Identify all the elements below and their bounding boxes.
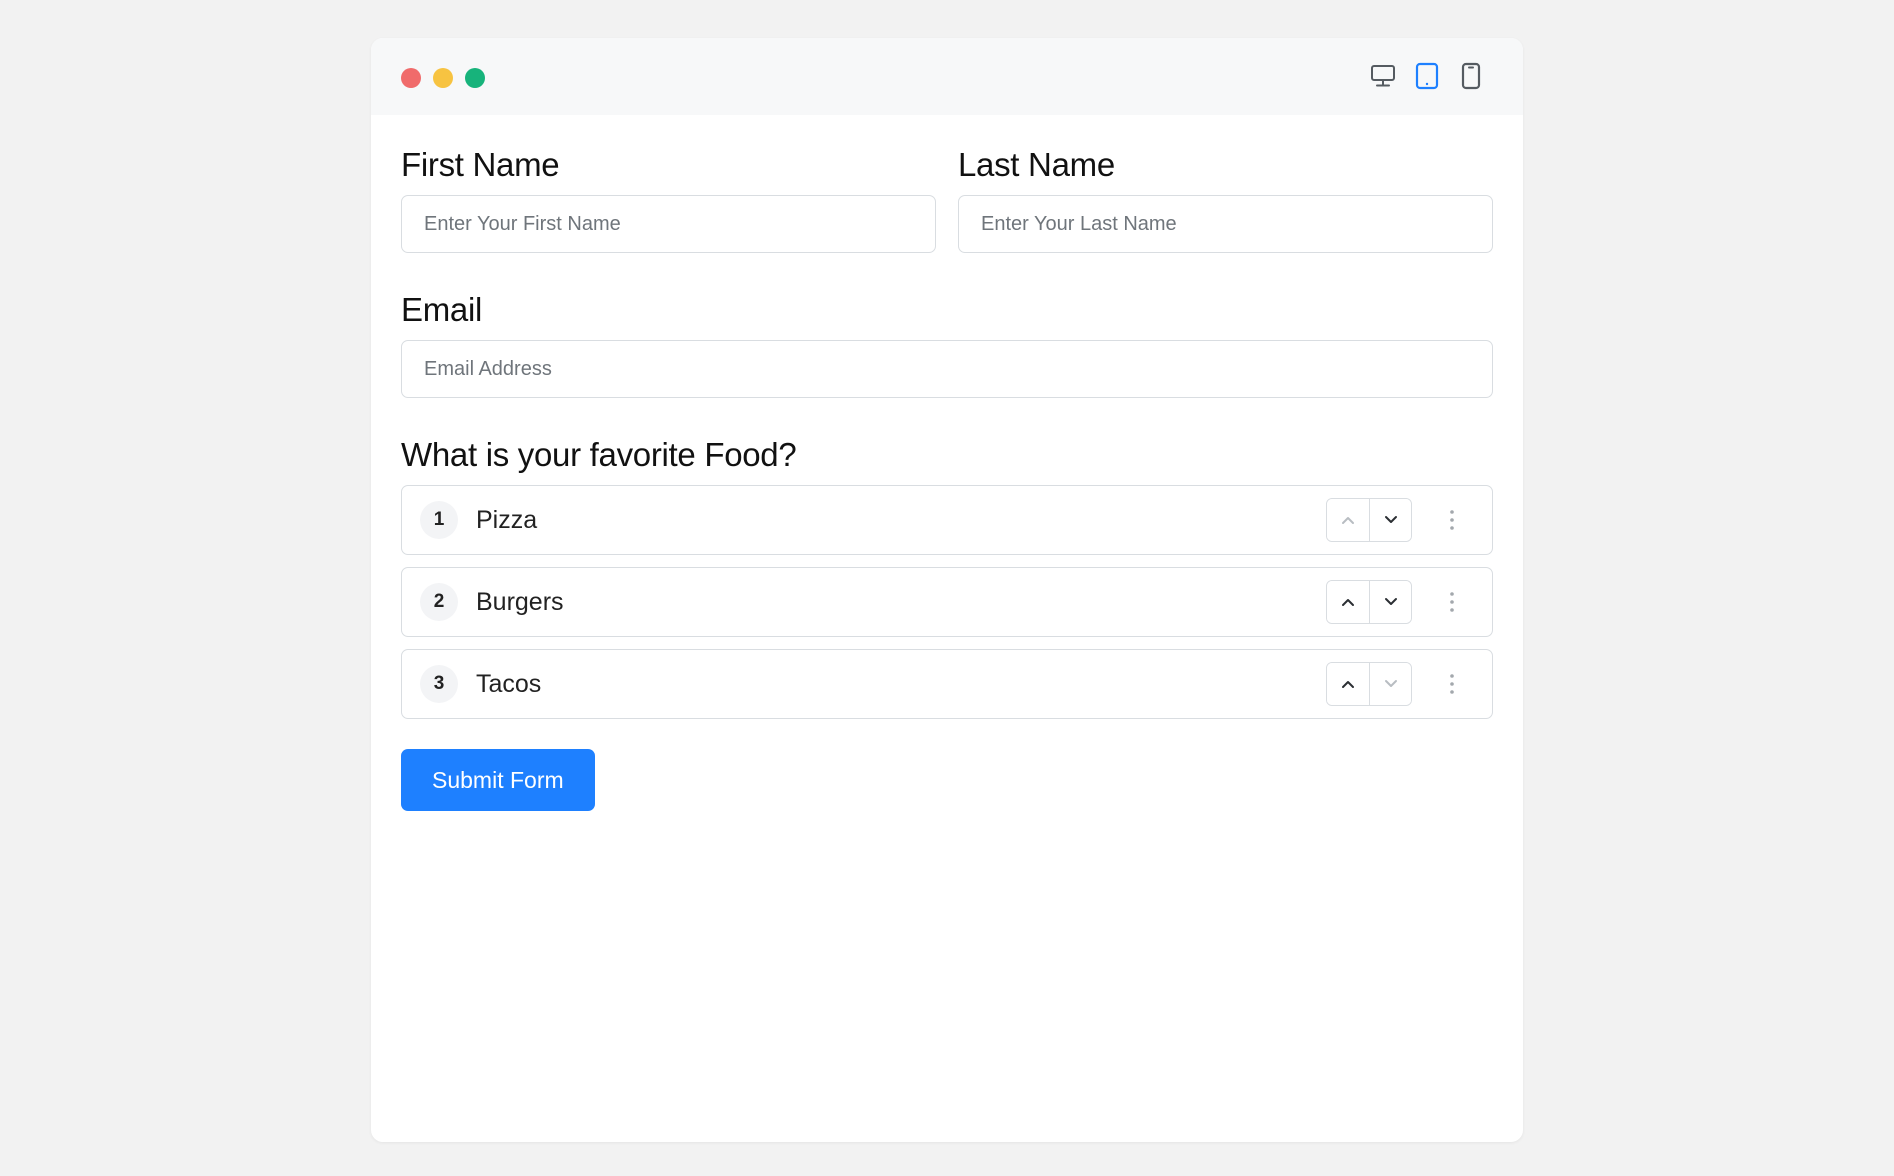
window-titlebar <box>371 38 1523 115</box>
chevron-up-icon <box>1342 599 1354 606</box>
last-name-input[interactable] <box>958 195 1493 253</box>
rank-item-tacos[interactable]: 3 Tacos <box>401 649 1493 719</box>
reorder-controls <box>1326 580 1412 624</box>
tablet-view-button[interactable] <box>1413 60 1441 92</box>
maximize-dot[interactable] <box>465 68 485 88</box>
food-ranking-field: What is your favorite Food? 1 Pizza 2 Bu… <box>401 435 1493 719</box>
email-label: Email <box>401 291 483 328</box>
desktop-view-button[interactable] <box>1369 60 1397 92</box>
more-options-button[interactable] <box>1442 587 1462 617</box>
move-down-button[interactable] <box>1369 581 1411 623</box>
rank-number: 3 <box>420 665 458 703</box>
first-name-field: First Name <box>401 145 936 253</box>
chevron-up-icon <box>1342 681 1354 688</box>
tablet-icon <box>1415 62 1439 90</box>
chevron-up-icon <box>1342 517 1354 524</box>
move-down-button[interactable] <box>1369 499 1411 541</box>
submit-form-button[interactable]: Submit Form <box>401 749 595 811</box>
food-question-label: What is your favorite Food? <box>401 436 797 473</box>
device-switcher <box>1369 60 1485 92</box>
last-name-label: Last Name <box>958 146 1115 183</box>
chevron-down-icon <box>1384 598 1397 605</box>
close-dot[interactable] <box>401 68 421 88</box>
more-options-button[interactable] <box>1442 669 1462 699</box>
food-rank-list: 1 Pizza 2 Burgers 3 Tacos <box>401 485 1493 719</box>
more-vertical-icon <box>1450 674 1454 694</box>
more-vertical-icon <box>1450 510 1454 530</box>
rank-item-label: Tacos <box>476 669 542 698</box>
desktop-icon <box>1371 65 1395 87</box>
reorder-controls <box>1326 662 1412 706</box>
last-name-field: Last Name <box>958 145 1493 253</box>
rank-item-pizza[interactable]: 1 Pizza <box>401 485 1493 555</box>
more-options-button[interactable] <box>1442 505 1462 535</box>
reorder-controls <box>1326 498 1412 542</box>
rank-item-burgers[interactable]: 2 Burgers <box>401 567 1493 637</box>
mobile-icon <box>1461 62 1481 90</box>
email-field: Email <box>401 290 1493 398</box>
traffic-lights <box>401 68 485 88</box>
move-down-button[interactable] <box>1369 663 1411 705</box>
first-name-input[interactable] <box>401 195 936 253</box>
mobile-view-button[interactable] <box>1457 60 1485 92</box>
rank-number: 2 <box>420 583 458 621</box>
move-up-button[interactable] <box>1327 663 1369 705</box>
form-body: First Name Last Name Email What is your … <box>371 115 1523 811</box>
move-up-button[interactable] <box>1327 499 1369 541</box>
rank-item-label: Pizza <box>476 505 538 534</box>
rank-item-label: Burgers <box>476 587 564 616</box>
preview-window: First Name Last Name Email What is your … <box>371 38 1523 1142</box>
name-row: First Name Last Name <box>401 145 1493 253</box>
email-input[interactable] <box>401 340 1493 398</box>
rank-number: 1 <box>420 501 458 539</box>
chevron-down-icon <box>1384 680 1397 687</box>
more-vertical-icon <box>1450 592 1454 612</box>
first-name-label: First Name <box>401 146 560 183</box>
chevron-down-icon <box>1384 516 1397 523</box>
move-up-button[interactable] <box>1327 581 1369 623</box>
minimize-dot[interactable] <box>433 68 453 88</box>
